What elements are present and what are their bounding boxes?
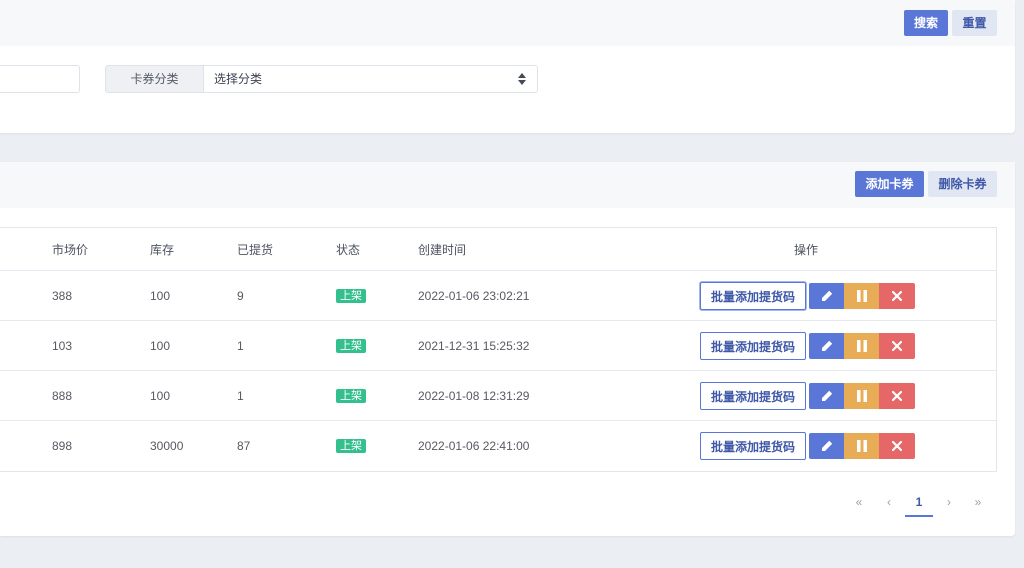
- pagination-prev[interactable]: ‹: [878, 487, 900, 517]
- stock-cell: 100: [150, 388, 171, 403]
- column-market-price: 市场价: [52, 242, 89, 257]
- toggle-status-button[interactable]: [844, 383, 879, 409]
- status-badge: 上架: [336, 388, 366, 403]
- status-cell: 上架: [336, 271, 366, 320]
- pause-icon: [856, 340, 867, 352]
- pencil-icon: [821, 340, 832, 351]
- created-at-cell: 2022-01-08 12:31:29: [418, 388, 530, 403]
- batch-add-code-button[interactable]: 批量添加提货码: [700, 282, 806, 310]
- column-created-at: 创建时间: [418, 242, 467, 257]
- keyword-input[interactable]: [0, 65, 80, 93]
- add-coupon-button[interactable]: 添加卡券: [855, 171, 924, 197]
- edit-button[interactable]: [809, 433, 844, 459]
- pause-icon: [856, 440, 867, 452]
- list-panel-header: 添加卡券 删除卡券: [0, 162, 1015, 208]
- pencil-icon: [821, 290, 832, 301]
- status-badge: 上架: [336, 288, 366, 303]
- market-price-cell: 388: [52, 288, 73, 303]
- stock-cell: 100: [150, 288, 171, 303]
- created-at-cell: 2021-12-31 15:25:32: [418, 338, 530, 353]
- status-cell: 上架: [336, 321, 366, 370]
- picked-cell: 1: [237, 338, 244, 353]
- category-filter: 卡券分类 选择分类: [105, 65, 538, 93]
- close-icon: [892, 291, 902, 301]
- toggle-status-button[interactable]: [844, 283, 879, 309]
- status-cell: 上架: [336, 421, 366, 471]
- category-select-value: 选择分类: [214, 72, 263, 86]
- search-panel: 搜索 重置 卡券分类 选择分类: [0, 0, 1015, 133]
- delete-button[interactable]: [879, 333, 915, 359]
- toggle-status-button[interactable]: [844, 433, 879, 459]
- delete-button[interactable]: [879, 283, 915, 309]
- sort-arrows-icon: [518, 73, 526, 85]
- reset-button[interactable]: 重置: [952, 10, 997, 36]
- search-panel-header: 搜索 重置: [0, 0, 1015, 46]
- stock-cell: 30000: [150, 439, 184, 453]
- table-header-row: 市场价 库存 已提货 状态 创建时间 操作: [0, 228, 996, 271]
- column-actions: 操作: [794, 242, 819, 257]
- pagination-next[interactable]: ›: [938, 487, 960, 517]
- category-label: 卡券分类: [106, 66, 204, 92]
- edit-button[interactable]: [809, 283, 844, 309]
- delete-button[interactable]: [879, 383, 915, 409]
- column-picked: 已提货: [237, 242, 274, 257]
- pagination-page-1[interactable]: 1: [905, 487, 933, 517]
- picked-cell: 87: [237, 439, 251, 453]
- batch-add-code-button[interactable]: 批量添加提货码: [700, 332, 806, 360]
- picked-cell: 1: [237, 388, 244, 403]
- category-select[interactable]: 选择分类: [204, 66, 537, 92]
- close-icon: [892, 441, 902, 451]
- stock-cell: 100: [150, 338, 171, 353]
- column-stock: 库存: [150, 242, 175, 257]
- market-price-cell: 898: [52, 439, 73, 453]
- search-button[interactable]: 搜索: [904, 10, 948, 36]
- edit-button[interactable]: [809, 383, 844, 409]
- created-at-cell: 2022-01-06 22:41:00: [418, 439, 530, 453]
- toggle-status-button[interactable]: [844, 333, 879, 359]
- picked-cell: 9: [237, 288, 244, 303]
- pencil-icon: [821, 390, 832, 401]
- table-row: 898 30000 87 上架 2022-01-06 22:41:00 批量添加…: [0, 421, 996, 471]
- pause-icon: [856, 290, 867, 302]
- pagination-last[interactable]: »: [967, 487, 989, 517]
- table-row: 388 100 9 上架 2022-01-06 23:02:21 批量添加提货码: [0, 271, 996, 321]
- coupon-table: 市场价 库存 已提货 状态 创建时间 操作 388 100 9 上架 2022-…: [0, 227, 997, 472]
- close-icon: [892, 341, 902, 351]
- created-at-cell: 2022-01-06 23:02:21: [418, 288, 530, 303]
- pause-icon: [856, 390, 867, 402]
- status-badge: 上架: [336, 439, 366, 453]
- market-price-cell: 103: [52, 338, 73, 353]
- delete-coupon-button[interactable]: 删除卡券: [928, 171, 997, 197]
- close-icon: [892, 391, 902, 401]
- column-status: 状态: [336, 242, 361, 257]
- pencil-icon: [821, 440, 832, 451]
- table-row: 103 100 1 上架 2021-12-31 15:25:32 批量添加提货码: [0, 321, 996, 371]
- table-row: 888 100 1 上架 2022-01-08 12:31:29 批量添加提货码: [0, 371, 996, 421]
- edit-button[interactable]: [809, 333, 844, 359]
- market-price-cell: 888: [52, 388, 73, 403]
- status-cell: 上架: [336, 371, 366, 420]
- batch-add-code-button[interactable]: 批量添加提货码: [700, 382, 806, 410]
- status-badge: 上架: [336, 338, 366, 353]
- batch-add-code-button[interactable]: 批量添加提货码: [700, 432, 806, 460]
- delete-button[interactable]: [879, 433, 915, 459]
- pagination-first[interactable]: «: [848, 487, 870, 517]
